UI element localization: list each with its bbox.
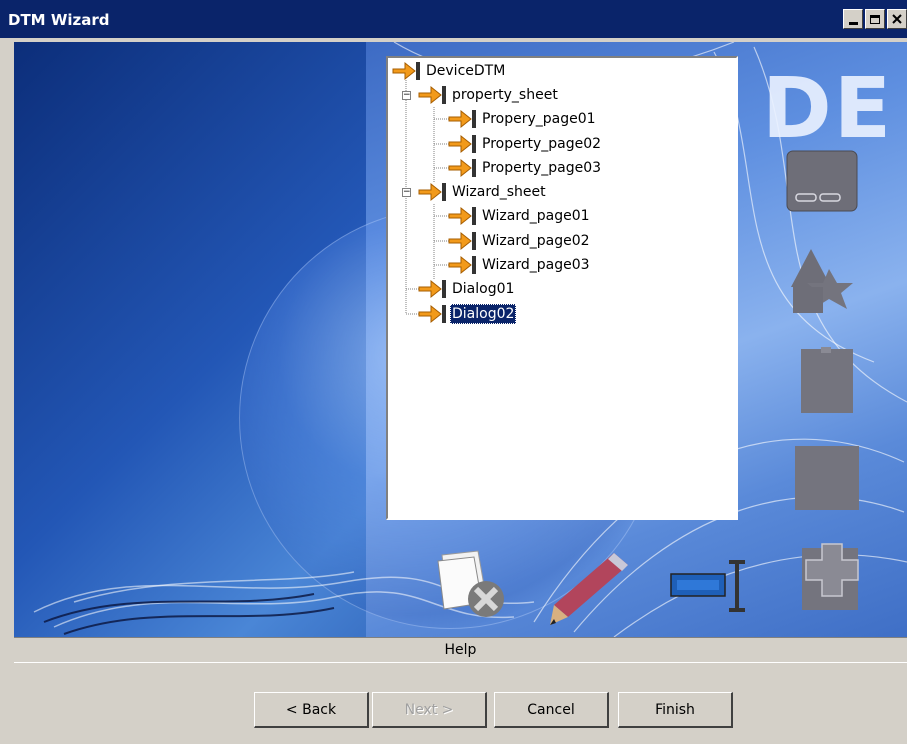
tree-node-property-page03[interactable]: Property_page03 — [448, 157, 603, 179]
tree-node-propery-page01[interactable]: Propery_page01 — [448, 108, 598, 130]
tree-node-property-sheet[interactable]: property_sheet — [418, 84, 560, 106]
tree-node-wizard-page01[interactable]: Wizard_page01 — [448, 205, 592, 227]
add-page-icon — [802, 543, 859, 610]
dtm-node-icon — [448, 158, 476, 178]
dtm-node-icon — [418, 85, 446, 105]
tree-node-label: Propery_page01 — [482, 111, 596, 127]
pencil-icon — [550, 553, 628, 625]
dtm-node-icon — [418, 304, 446, 324]
tree-node-label: DeviceDTM — [426, 63, 506, 79]
maximize-icon — [866, 10, 884, 28]
dtm-tree-view[interactable]: − − DeviceDTM property_sheet Propery_pag… — [386, 56, 738, 520]
tree-node-dialog02[interactable]: Dialog02 — [418, 303, 517, 325]
tree-node-label: Wizard_page03 — [482, 257, 590, 273]
expander-wizard-sheet[interactable]: − — [402, 188, 411, 197]
dtm-node-icon — [448, 255, 476, 275]
dtm-node-icon — [448, 231, 476, 251]
close-icon — [888, 10, 906, 28]
dtm-node-icon — [392, 61, 420, 81]
wizard-banner-panel: DE − − DeviceDTM property_sheet Propery_… — [14, 42, 907, 637]
banner-letters: DE — [762, 59, 894, 157]
back-button[interactable]: < Back — [254, 692, 369, 728]
window-title: DTM Wizard — [8, 11, 110, 29]
title-bar[interactable]: DTM Wizard — [0, 0, 907, 38]
tree-node-wizard-page02[interactable]: Wizard_page02 — [448, 230, 592, 252]
help-bar: Help — [14, 637, 907, 663]
tree-node-property-page02[interactable]: Property_page02 — [448, 133, 603, 155]
square-icon — [795, 446, 859, 510]
maximize-button[interactable] — [865, 9, 885, 29]
tree-node-label: Property_page03 — [482, 160, 602, 176]
expander-property-sheet[interactable]: − — [402, 91, 411, 100]
tree-node-wizard-sheet[interactable]: Wizard_sheet — [418, 181, 548, 203]
tree-node-wizard-page03[interactable]: Wizard_page03 — [448, 254, 592, 276]
next-button[interactable]: Next > — [372, 692, 487, 728]
tree-node-label: Dialog01 — [452, 281, 515, 297]
shapes-icon — [791, 249, 853, 313]
dtm-node-icon — [418, 182, 446, 202]
tree-node-label: Property_page02 — [482, 136, 602, 152]
close-button[interactable] — [887, 9, 907, 29]
minimize-icon — [844, 10, 862, 28]
tree-node-dialog01[interactable]: Dialog01 — [418, 278, 516, 300]
finish-button[interactable]: Finish — [618, 692, 733, 728]
dtm-node-icon — [448, 134, 476, 154]
tree-node-label: Wizard_sheet — [452, 184, 546, 200]
tree-node-label-selected: Dialog02 — [450, 304, 517, 324]
dtm-node-icon — [448, 109, 476, 129]
tree-node-devicedtm[interactable]: DeviceDTM — [392, 60, 507, 82]
dtm-wizard-window: DTM Wizard DE − − DeviceDTM property_she… — [0, 0, 907, 744]
tree-node-label: property_sheet — [452, 87, 558, 103]
tablet-icon — [786, 150, 858, 212]
text-field-cursor-icon — [670, 560, 745, 612]
delete-document-icon — [437, 550, 504, 617]
cancel-button[interactable]: Cancel — [494, 692, 609, 728]
tree-node-label: Wizard_page01 — [482, 208, 590, 224]
help-text: Help — [444, 642, 477, 658]
minimize-button[interactable] — [843, 9, 863, 29]
tree-node-label: Wizard_page02 — [482, 233, 590, 249]
window-controls — [843, 9, 907, 31]
page-icon — [801, 347, 853, 413]
dtm-node-icon — [418, 279, 446, 299]
wizard-button-row: < Back Next > Cancel Finish — [0, 692, 907, 730]
dtm-node-icon — [448, 206, 476, 226]
